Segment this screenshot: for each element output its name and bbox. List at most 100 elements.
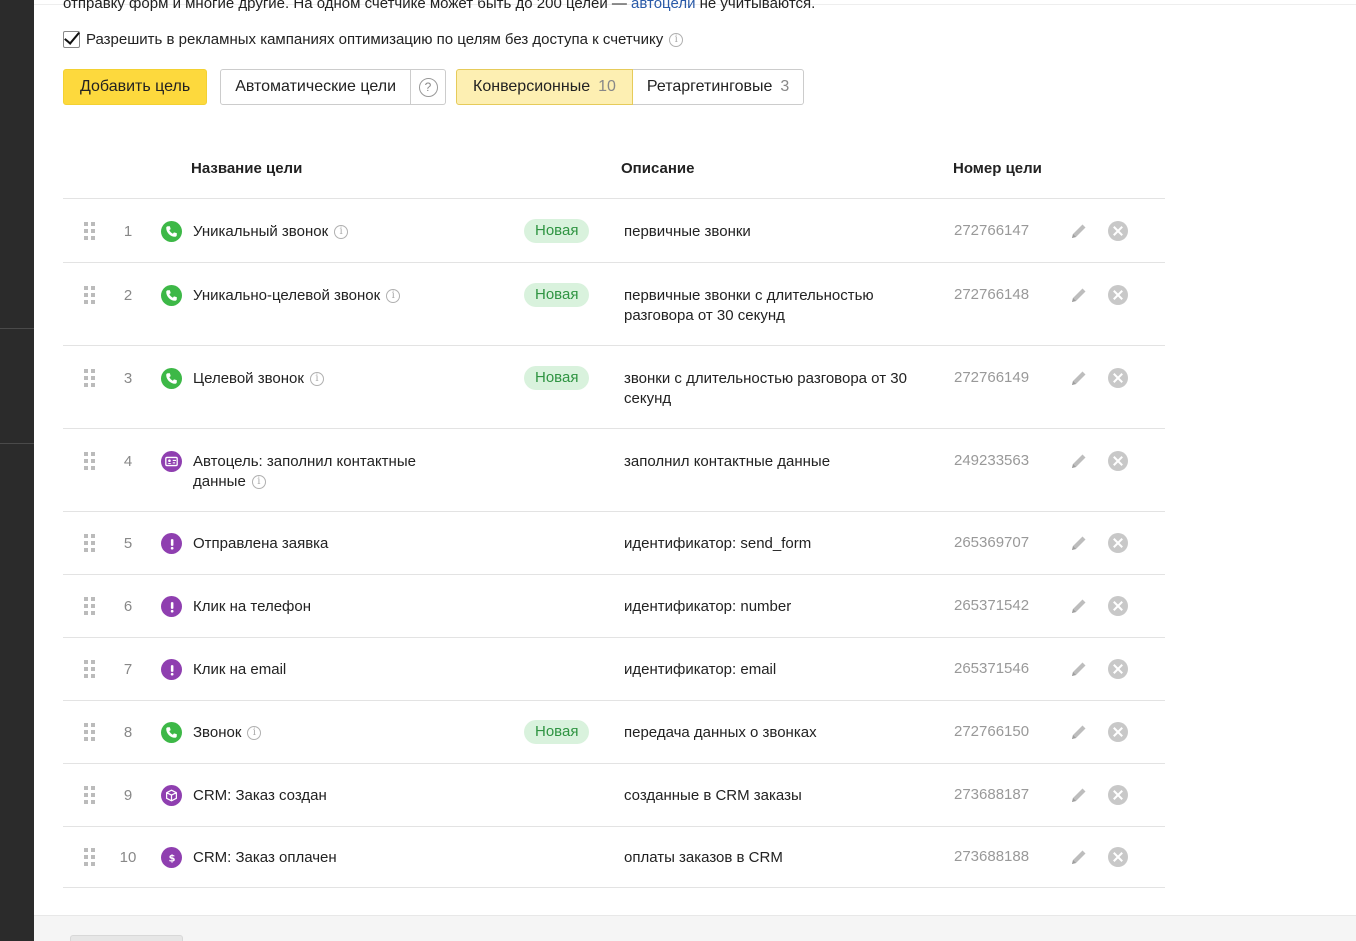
- goal-id: 272766148: [954, 286, 1030, 303]
- question-icon: ?: [418, 77, 438, 97]
- goals-toolbar: Добавить цель Автоматические цели ? Конв…: [63, 69, 805, 105]
- drag-handle-icon[interactable]: [84, 452, 96, 472]
- table-row[interactable]: 7 Клик на email идентификатор: email 265371…: [63, 637, 1165, 700]
- info-icon[interactable]: i: [334, 225, 349, 240]
- delete-icon[interactable]: [1108, 221, 1128, 241]
- table-row[interactable]: 1 Уникальный звонок i Новая первичные звонки…: [63, 198, 1165, 262]
- status-badge: Новая: [524, 219, 590, 243]
- goal-id: 272766147: [954, 222, 1030, 239]
- goal-number: 3: [123, 370, 133, 387]
- left-sidebar: [0, 0, 34, 941]
- add-goal-button[interactable]: Добавить цель: [63, 69, 208, 105]
- drag-handle-icon[interactable]: [84, 723, 96, 743]
- table-row[interactable]: 4 Автоцель: заполнил контактные данные i за…: [63, 428, 1165, 511]
- delete-icon[interactable]: [1108, 596, 1128, 616]
- goal-name: Звонок i: [193, 723, 463, 743]
- edit-pencil-icon[interactable]: [1068, 284, 1090, 306]
- delete-icon[interactable]: [1108, 533, 1128, 553]
- info-icon[interactable]: i: [247, 726, 262, 741]
- goal-name: Клик на телефон: [193, 597, 463, 617]
- goal-name: CRM: Заказ создан: [193, 786, 463, 806]
- delete-icon[interactable]: [1108, 785, 1128, 805]
- sidebar-divider: [0, 328, 34, 329]
- goal-name: Отправлена заявка: [193, 534, 463, 554]
- table-row[interactable]: 9 CRM: Заказ создан созданные в CRM заказы…: [63, 763, 1165, 826]
- goal-name-text: Звонок: [193, 724, 242, 741]
- goal-id: 273688187: [954, 786, 1030, 803]
- edit-pencil-icon[interactable]: [1068, 721, 1090, 743]
- edit-pencil-icon[interactable]: [1068, 532, 1090, 554]
- goal-id: 265371542: [954, 597, 1030, 614]
- goal-name-text: Клик на телефон: [193, 598, 312, 615]
- table-row[interactable]: 8 Звонок i Новая передача данных о звонках 27…: [63, 700, 1165, 763]
- table-row[interactable]: 10 $ CRM: Заказ оплачен оплаты заказов в CR…: [63, 826, 1165, 888]
- goal-name-text: Автоцель: заполнил контактные данные: [193, 453, 416, 490]
- goal-description: звонки с длительностью разговора от 30 с…: [624, 370, 907, 407]
- autogoals-link[interactable]: автоцели: [631, 0, 695, 12]
- drag-handle-icon[interactable]: [84, 848, 96, 868]
- drag-handle-icon[interactable]: [84, 597, 96, 617]
- delete-icon[interactable]: [1108, 451, 1128, 471]
- edit-pencil-icon[interactable]: [1068, 220, 1090, 242]
- tab-retargeting[interactable]: Ретаргетинговые 3: [632, 69, 805, 105]
- svg-text:$: $: [168, 853, 175, 864]
- goal-id: 272766149: [954, 369, 1030, 386]
- delete-icon[interactable]: [1108, 285, 1128, 305]
- goals-table: 1 Уникальный звонок i Новая первичные звонки…: [63, 198, 1165, 888]
- goal-name: Клик на email: [193, 660, 463, 680]
- auto-goals-button[interactable]: Автоматические цели: [220, 69, 412, 105]
- edit-pencil-icon[interactable]: [1068, 595, 1090, 617]
- intro-text: отправку форм и многие другие. На одном …: [63, 0, 815, 14]
- footer-button[interactable]: [70, 935, 183, 941]
- goal-description: заполнил контактные данные: [624, 453, 831, 470]
- delete-icon[interactable]: [1108, 368, 1128, 388]
- drag-handle-icon[interactable]: [84, 286, 96, 306]
- goal-number: 9: [123, 787, 133, 804]
- info-icon[interactable]: i: [386, 289, 401, 304]
- edit-pencil-icon[interactable]: [1068, 450, 1090, 472]
- goal-description: идентификатор: number: [624, 598, 792, 615]
- goal-name-text: CRM: Заказ создан: [193, 787, 327, 804]
- goal-number: 7: [123, 661, 133, 678]
- optimization-checkbox[interactable]: [63, 31, 80, 48]
- delete-icon[interactable]: [1108, 847, 1128, 867]
- tab-conversion[interactable]: Конверсионные 10: [456, 69, 633, 105]
- table-row[interactable]: 2 Уникально-целевой звонок i Новая первичные…: [63, 262, 1165, 345]
- goal-name-text: Клик на email: [193, 661, 287, 678]
- optimization-checkbox-label[interactable]: Разрешить в рекламных кампаниях оптимиза…: [86, 31, 663, 48]
- table-row[interactable]: 3 Целевой звонок i Новая звонки с длительнос…: [63, 345, 1165, 428]
- drag-handle-icon[interactable]: [84, 369, 96, 389]
- info-icon[interactable]: i: [251, 475, 266, 490]
- header-goal-id: Номер цели: [953, 160, 1042, 177]
- table-row[interactable]: 5 Отправлена заявка идентификатор: send_fo…: [63, 511, 1165, 574]
- contact-card-icon: [161, 451, 182, 472]
- status-badge: Новая: [524, 720, 590, 744]
- phone-icon: [161, 221, 182, 242]
- goal-number: 10: [119, 849, 137, 866]
- auto-goals-help-button[interactable]: ?: [411, 69, 447, 105]
- exclamation-icon: [161, 659, 182, 680]
- edit-pencil-icon[interactable]: [1068, 846, 1090, 868]
- goal-number: 5: [123, 535, 133, 552]
- phone-icon: [161, 368, 182, 389]
- edit-pencil-icon[interactable]: [1068, 658, 1090, 680]
- edit-pencil-icon[interactable]: [1068, 784, 1090, 806]
- drag-handle-icon[interactable]: [84, 786, 96, 806]
- drag-handle-icon[interactable]: [84, 660, 96, 680]
- drag-handle-icon[interactable]: [84, 222, 96, 242]
- info-icon[interactable]: i: [309, 372, 324, 387]
- goal-description: идентификатор: send_form: [624, 535, 812, 552]
- goal-number: 1: [123, 223, 133, 240]
- delete-icon[interactable]: [1108, 722, 1128, 742]
- info-icon[interactable]: i: [669, 32, 684, 47]
- table-row[interactable]: 6 Клик на телефон идентификатор: number 265…: [63, 574, 1165, 637]
- exclamation-icon: [161, 533, 182, 554]
- tab-retargeting-count: 3: [780, 78, 790, 95]
- goal-description: первичные звонки: [624, 223, 751, 240]
- goal-name: Автоцель: заполнил контактные данные i: [193, 452, 463, 492]
- page-footer: [34, 915, 1356, 941]
- edit-pencil-icon[interactable]: [1068, 367, 1090, 389]
- drag-handle-icon[interactable]: [84, 534, 96, 554]
- goal-number: 4: [123, 453, 133, 470]
- delete-icon[interactable]: [1108, 659, 1128, 679]
